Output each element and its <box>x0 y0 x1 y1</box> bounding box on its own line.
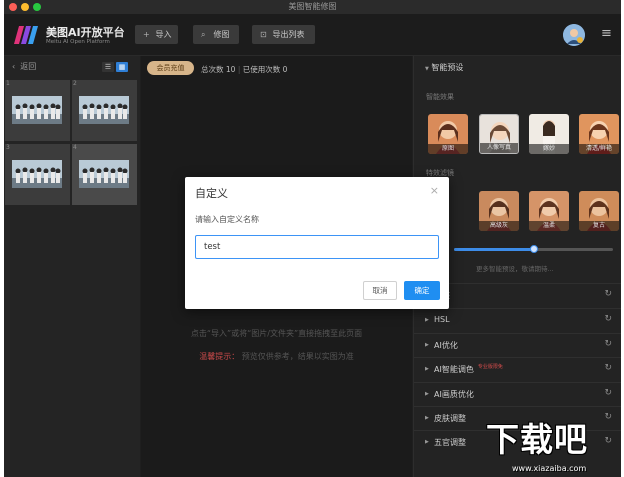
smart-preset-header[interactable]: ▼ 智能预设 <box>425 62 463 73</box>
group-photo-image <box>79 96 129 124</box>
effect-original[interactable]: 原图 <box>428 114 468 154</box>
caret-right-icon: ▶ <box>425 415 429 421</box>
group-photo-image <box>79 160 129 188</box>
back-button[interactable]: ‹ 返回 <box>12 61 36 72</box>
brand-subtitle: Meitu AI Open Platform <box>46 39 110 45</box>
filter-grey[interactable]: 高级灰 <box>479 191 519 231</box>
export-icon: ⊡ <box>260 30 267 39</box>
thumbnail-number: 1 <box>6 80 10 87</box>
thumbnail-number: 2 <box>73 80 77 87</box>
list-view-icon[interactable]: ☰ <box>102 62 114 72</box>
caret-right-icon: ▶ <box>425 342 429 348</box>
dialog-prompt: 请输入自定义名称 <box>195 215 259 224</box>
watermark: 下载吧 www.xiazaiba.com <box>486 420 624 477</box>
section-hsl[interactable]: ▶ HSL ↻ <box>414 308 621 333</box>
usage-counts: 总次数 10 | 已使用次数 0 <box>201 65 288 74</box>
section-label: AI智能调色 <box>434 365 474 374</box>
section-label: 五官调整 <box>434 438 466 447</box>
close-icon[interactable]: × <box>430 184 439 197</box>
effect-vivid[interactable]: 清透/鲜艳 <box>579 114 619 154</box>
warning-label: 温馨提示： <box>199 352 240 361</box>
chevron-left-icon: ‹ <box>12 62 16 71</box>
caret-right-icon: ▶ <box>425 439 429 445</box>
reset-icon[interactable]: ↻ <box>604 339 612 349</box>
slider-handle[interactable] <box>529 245 538 253</box>
thumbnail-item[interactable]: 2 <box>72 80 137 141</box>
filter-label: 复古 <box>579 221 619 231</box>
smart-preset-title: 智能预设 <box>431 63 464 72</box>
title-bar: 美图智能修图 <box>4 0 621 14</box>
watermark-url: www.xiazaiba.com <box>512 464 587 473</box>
export-label: 导出列表 <box>272 30 305 39</box>
section-ai-quality[interactable]: ▶ AI画质优化 ↻ <box>414 382 621 407</box>
vip-recharge-button[interactable]: 会员充值 <box>147 61 194 75</box>
section-label: 皮肤调整 <box>434 414 466 423</box>
section-label: HSL <box>434 315 450 324</box>
retouch-label: 修图 <box>213 30 230 39</box>
more-presets-note: 更多智能预设，敬请期待... <box>476 265 554 273</box>
export-list-button[interactable]: ⊡ 导出列表 <box>252 25 315 44</box>
filter-retro[interactable]: 复古 <box>579 191 619 231</box>
plus-icon: + <box>143 30 150 39</box>
used-count: 已使用次数 0 <box>242 65 288 74</box>
import-button[interactable]: + 导入 <box>135 25 178 44</box>
section-ai-color[interactable]: ▶ AI智能调色 专业版限免 ↻ <box>414 357 621 382</box>
thumbnail-panel: ‹ 返回 ☰ ▦ 1 2 3 4 <box>4 56 140 477</box>
effect-label: 原图 <box>428 144 468 154</box>
slider-fill <box>454 248 534 251</box>
retouch-button[interactable]: ⌕ 修图 <box>193 25 239 44</box>
effect-label: 人像写真 <box>480 143 518 153</box>
thumbnail-item[interactable]: 1 <box>5 80 70 141</box>
custom-name-dialog: 自定义 × 请输入自定义名称 取消 确定 <box>185 177 449 309</box>
caret-right-icon: ▶ <box>425 366 429 372</box>
user-avatar[interactable] <box>563 24 585 46</box>
reset-icon[interactable]: ↻ <box>604 363 612 373</box>
group-photo-image <box>12 160 62 188</box>
thumbnail-number: 3 <box>6 144 10 151</box>
watermark-logo: 下载吧 <box>486 420 588 459</box>
section-tag: 专业版限免 <box>477 364 503 370</box>
top-toolbar: 美图AI开放平台 Meitu AI Open Platform + 导入 ⌕ 修… <box>4 14 621 56</box>
window-title: 美图智能修图 <box>288 2 337 11</box>
grid-view-icon[interactable]: ▦ <box>116 62 128 72</box>
brand-name: 美图AI开放平台 <box>46 26 125 39</box>
intensity-slider[interactable] <box>454 245 613 253</box>
section-ai-optimize[interactable]: ▶ AI优化 ↻ <box>414 333 621 358</box>
user-avatar-icon <box>563 24 585 46</box>
reset-icon[interactable]: ↻ <box>604 314 612 324</box>
reset-icon[interactable]: ↻ <box>604 388 612 398</box>
caret-down-icon: ▼ <box>425 66 429 72</box>
dialog-title: 自定义 <box>195 187 228 200</box>
back-label: 返回 <box>20 62 37 71</box>
section-label: AI画质优化 <box>434 390 474 399</box>
import-label: 导入 <box>155 30 172 39</box>
effect-label: 清透/鲜艳 <box>579 144 619 154</box>
warning-hint: 温馨提示： 预览仅供参考，结果以实图为准 <box>141 351 412 362</box>
thumbnail-item-selected[interactable]: 4 <box>72 144 137 205</box>
brush-icon: ⌕ <box>201 30 206 39</box>
caret-right-icon: ▶ <box>425 317 429 323</box>
drop-hint: 点击“导入”或将“图片/文件夹”直接拖拽至此页面 <box>190 329 363 338</box>
group-photo-image <box>12 96 62 124</box>
custom-name-input[interactable] <box>195 235 439 259</box>
effect-graceful[interactable]: 嫁妙 <box>529 114 569 154</box>
filter-label: 高级灰 <box>479 221 519 231</box>
meitu-logo-icon <box>14 26 38 44</box>
total-count: 总次数 10 <box>201 65 236 74</box>
cancel-button[interactable]: 取消 <box>363 281 397 300</box>
hamburger-menu-icon[interactable]: ≡ <box>601 27 612 40</box>
warning-text: 预览仅供参考，结果以实图为准 <box>241 352 354 361</box>
filter-label: 温柔 <box>529 221 569 231</box>
thumbnail-item[interactable]: 3 <box>5 144 70 205</box>
effect-portrait[interactable]: 人像写真 <box>479 114 519 154</box>
effects-label: 智能效果 <box>426 93 454 101</box>
section-label: AI优化 <box>434 341 458 350</box>
reset-icon[interactable]: ↻ <box>604 289 612 299</box>
thumbnail-number: 4 <box>73 144 77 151</box>
filter-gentle[interactable]: 温柔 <box>529 191 569 231</box>
confirm-button[interactable]: 确定 <box>404 281 440 300</box>
caret-right-icon: ▶ <box>425 391 429 397</box>
effect-label: 嫁妙 <box>529 144 569 154</box>
